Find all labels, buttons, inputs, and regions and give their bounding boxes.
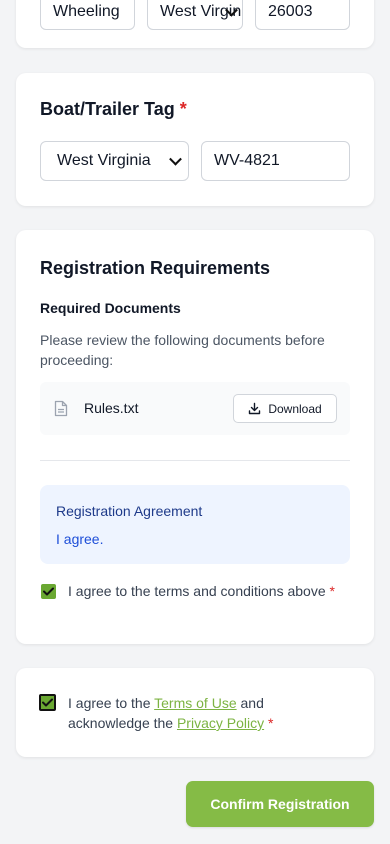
required-asterisk: * xyxy=(179,99,187,119)
file-name: Rules.txt xyxy=(84,400,139,416)
zip-value: 26003 xyxy=(268,3,313,20)
document-item: Rules.txt Download xyxy=(40,382,350,435)
address-state-select[interactable]: West Virginia xyxy=(147,0,243,30)
documents-heading: Required Documents xyxy=(40,300,181,316)
city-value: Wheeling xyxy=(53,3,120,20)
terms-checkbox-label: I agree to the terms and conditions abov… xyxy=(68,583,335,599)
requirements-card: Registration Requirements Required Docum… xyxy=(16,230,374,644)
agreement-box: Registration Agreement I agree. xyxy=(40,485,350,564)
tag-number-value: WV-4821 xyxy=(214,152,280,169)
consent-label: I agree to the Terms of Use and acknowle… xyxy=(68,695,274,731)
download-icon xyxy=(248,402,261,415)
download-label: Download xyxy=(268,401,322,416)
check-icon xyxy=(43,587,54,596)
agreement-text: I agree. xyxy=(56,531,104,547)
divider xyxy=(40,460,350,461)
documents-note: Please review the following documents be… xyxy=(40,332,325,368)
requirements-title: Registration Requirements xyxy=(40,258,271,278)
chevron-down-icon xyxy=(169,152,182,166)
agreement-title: Registration Agreement xyxy=(56,503,203,519)
terms-of-use-link[interactable]: Terms of Use xyxy=(154,695,236,711)
address-card: Wheeling West Virginia 26003 xyxy=(16,0,374,48)
check-icon xyxy=(42,698,53,707)
confirm-registration-button[interactable]: Confirm Registration xyxy=(186,781,374,827)
required-asterisk: * xyxy=(268,715,274,731)
terms-checkbox[interactable] xyxy=(41,584,56,599)
tag-state-value: West Virginia xyxy=(57,152,151,169)
privacy-policy-link[interactable]: Privacy Policy xyxy=(177,715,264,731)
consent-checkbox[interactable] xyxy=(39,694,56,711)
consent-card: I agree to the Terms of Use and acknowle… xyxy=(16,668,374,757)
boat-tag-card: Boat/Trailer Tag * West Virginia WV-4821 xyxy=(16,73,374,206)
download-button[interactable]: Download xyxy=(233,394,337,423)
tag-number-input[interactable]: WV-4821 xyxy=(201,141,350,181)
tag-state-select[interactable]: West Virginia xyxy=(40,141,189,181)
file-icon xyxy=(54,400,68,422)
city-input[interactable]: Wheeling xyxy=(40,0,135,30)
required-asterisk: * xyxy=(329,583,335,599)
boat-tag-title: Boat/Trailer Tag * xyxy=(40,99,187,119)
zip-input[interactable]: 26003 xyxy=(255,0,350,30)
